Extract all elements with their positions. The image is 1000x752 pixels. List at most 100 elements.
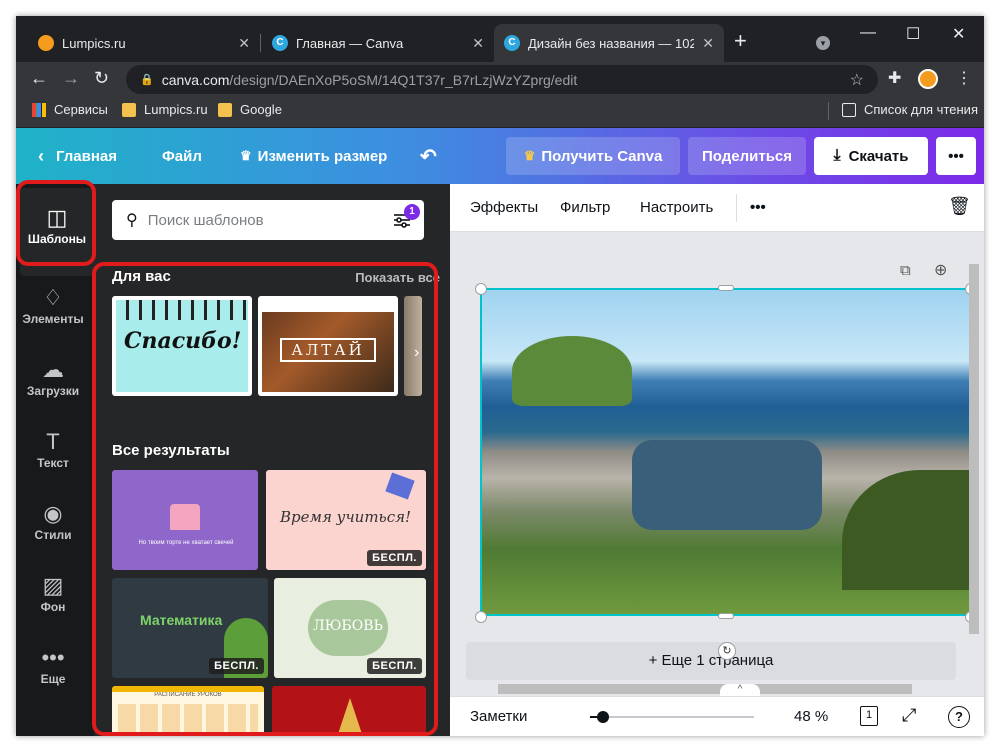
new-tab-button[interactable]: + (734, 30, 747, 52)
resize-handle[interactable] (475, 611, 487, 623)
photo-cliff (842, 470, 970, 590)
close-tab-icon[interactable]: ✕ (238, 35, 250, 52)
address-bar[interactable]: 🔒 canva.com /design/DAEnXoP5oSM/14Q1T37r… (126, 65, 878, 94)
bookmark-apps[interactable]: Сервисы (32, 102, 108, 117)
rotate-icon[interactable]: ↻ (718, 642, 736, 660)
get-pro-button[interactable]: ♛ Получить Canva (506, 137, 680, 175)
sidebar-item-styles[interactable]: ◉ Стили (16, 500, 90, 542)
photo-harbor (632, 440, 822, 530)
notes-button[interactable]: Заметки (470, 708, 527, 725)
close-tab-icon[interactable]: ✕ (472, 35, 484, 52)
sidebar-item-text[interactable]: T Текст (16, 428, 90, 470)
highlight-templates-tab (16, 180, 96, 266)
bookmark-lumpics[interactable]: Lumpics.ru (122, 102, 208, 117)
bookmarks-bar: Сервисы Lumpics.ru Google Список для чте… (16, 96, 984, 128)
reading-list[interactable]: Список для чтения (842, 102, 978, 117)
maximize-button[interactable]: ☐ (906, 24, 920, 44)
undo-icon[interactable]: ↶ (420, 128, 437, 184)
reading-list-icon (842, 102, 856, 117)
home-label: Главная (56, 147, 118, 165)
sidebar-item-more[interactable]: ••• Еще (16, 644, 90, 686)
sidebar-item-elements[interactable]: ♢ Элементы (16, 284, 90, 326)
sidebar-item-label: Загрузки (26, 384, 80, 398)
canva-favicon-icon: C (504, 35, 520, 51)
home-button[interactable]: ‹ Главная (38, 128, 117, 184)
help-button[interactable]: ? (948, 706, 970, 728)
page-count-button[interactable]: 1 (860, 706, 878, 726)
resize-handle[interactable] (718, 285, 734, 291)
duplicate-page-icon[interactable]: ⧉ (900, 262, 911, 279)
sidebar: ◫ Шаблоны ♢ Элементы ☁ Загрузки T Текст … (16, 184, 94, 736)
download-button[interactable]: ⤓ Скачать (814, 137, 928, 175)
effects-button[interactable]: Эффекты (470, 199, 538, 216)
shapes-icon: ♢ (43, 285, 63, 310)
profile-avatar[interactable] (918, 69, 938, 89)
lumpics-favicon-icon (38, 35, 54, 51)
fullscreen-icon[interactable]: ⤢ (902, 705, 916, 726)
crown-icon: ♛ (523, 148, 536, 163)
template-search-input[interactable]: ⚲ Поиск шаблонов 1 (112, 200, 424, 240)
toolbar-more-button[interactable]: ••• (750, 199, 766, 216)
add-page-icon[interactable]: ⊕ (934, 260, 947, 280)
horizontal-scrollbar[interactable] (498, 684, 912, 694)
search-icon: ⚲ (126, 212, 138, 229)
sidebar-item-background[interactable]: ▨ Фон (16, 572, 90, 614)
more-icon: ••• (41, 645, 65, 670)
zoom-slider-thumb[interactable] (597, 711, 610, 723)
sidebar-item-uploads[interactable]: ☁ Загрузки (16, 356, 90, 398)
cloud-upload-icon: ☁ (42, 357, 64, 382)
sidebar-item-label: Фон (40, 600, 66, 614)
share-button[interactable]: Поделиться (688, 137, 806, 175)
get-pro-label: Получить Canva (541, 147, 663, 165)
adjust-button[interactable]: Настроить (640, 199, 713, 216)
tab-canva-design[interactable]: C Дизайн без названия — 1024 ✕ (494, 24, 724, 62)
apps-grid-icon (32, 102, 46, 117)
reload-icon[interactable]: ↻ (94, 68, 109, 88)
selected-photo[interactable] (480, 288, 972, 616)
editor-footer: Заметки 48 % 1 ⤢ ? (450, 696, 984, 736)
zoom-level[interactable]: 48 % (794, 708, 828, 725)
resize-handle[interactable] (718, 613, 734, 619)
sidebar-item-label: Стили (34, 528, 72, 542)
folder-icon (218, 102, 232, 117)
bookmark-google[interactable]: Google (218, 102, 282, 117)
bookmark-star-icon[interactable]: ☆ (850, 70, 864, 90)
filter-count-badge: 1 (404, 204, 420, 220)
url-path: /design/DAEnXoP5oSM/14Q1T37r_B7rLzjWzYZp… (229, 71, 578, 88)
bookmark-label: Google (240, 102, 282, 117)
sidebar-item-label: Еще (40, 672, 66, 686)
photo-hill (512, 336, 632, 406)
url-host: canva.com (161, 71, 230, 88)
forward-icon[interactable]: → (62, 68, 80, 88)
add-page-button[interactable]: + Еще 1 страница (466, 642, 956, 680)
canva-header: ‹ Главная Файл ♛ Изменить размер ↶ ♛ Пол… (16, 128, 984, 184)
resize-handle[interactable] (475, 283, 487, 295)
minimize-button[interactable]: — (860, 24, 876, 42)
close-tab-icon[interactable]: ✕ (702, 35, 714, 52)
pattern-icon: ▨ (42, 573, 64, 598)
bookmark-label: Сервисы (54, 102, 108, 117)
download-label: Скачать (848, 147, 909, 165)
resize-button[interactable]: ♛ Изменить размер (240, 128, 387, 184)
tab-search-icon[interactable]: ▾ (816, 36, 830, 50)
tab-lumpics[interactable]: Lumpics.ru ✕ (28, 24, 260, 62)
editor-area: Эффекты Фильтр Настроить ••• 🗑 ⧉ ⊕ + Еще… (450, 184, 984, 736)
trash-icon[interactable]: 🗑 (948, 196, 971, 217)
sidebar-item-label: Текст (37, 456, 69, 470)
zoom-slider[interactable] (590, 711, 754, 723)
more-options-button[interactable]: ••• (936, 137, 976, 175)
image-toolbar: Эффекты Фильтр Настроить ••• 🗑 (450, 184, 984, 232)
extensions-icon[interactable]: ✚ (888, 68, 901, 88)
sidebar-item-label: Элементы (22, 312, 84, 326)
resize-label: Изменить размер (257, 147, 388, 165)
close-window-button[interactable]: ✕ (952, 24, 965, 44)
address-toolbar: ← → ↻ 🔒 canva.com /design/DAEnXoP5oSM/14… (16, 62, 984, 96)
browser-window: Lumpics.ru ✕ C Главная — Canva ✕ C Дизай… (16, 16, 984, 736)
browser-menu-icon[interactable]: ⋮ (956, 68, 972, 88)
file-menu[interactable]: Файл (162, 128, 202, 184)
filter-button[interactable]: Фильтр (560, 199, 610, 216)
tab-canva-home[interactable]: C Главная — Canva ✕ (262, 24, 494, 62)
canva-favicon-icon: C (272, 35, 288, 51)
vertical-scrollbar[interactable] (969, 264, 979, 634)
back-icon[interactable]: ← (30, 68, 48, 88)
